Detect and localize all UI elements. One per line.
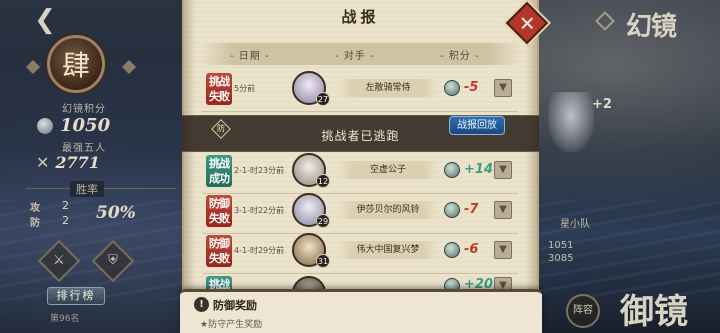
defense-team-icon[interactable]: ⛨: [91, 239, 135, 283]
mirror-coin-icon: [36, 116, 54, 135]
row-date: 4-1-时29分前: [234, 246, 285, 255]
report-row[interactable]: 挑战失败 5分前 27 左散骑常侍 -5 ▼: [202, 70, 518, 112]
defense-reward-subtitle: ★防守产生奖励: [200, 320, 263, 330]
header-opponent: - 对手 -: [335, 51, 375, 62]
mode-title: 幻镜: [626, 12, 677, 42]
winrate-value: 50%: [96, 203, 136, 223]
points-change: -6: [464, 242, 479, 257]
header-date: - 日期 -: [230, 51, 270, 62]
row-date: 3-1-时22分前: [234, 206, 285, 215]
power-value: 2771: [55, 153, 100, 172]
crossed-swords-icon: ✕: [36, 153, 50, 172]
opponent-name: 伟大中国复兴梦: [338, 241, 438, 259]
close-icon: ✕: [518, 10, 536, 35]
score-row: 1050: [36, 115, 110, 136]
report-title: 战报: [341, 8, 380, 26]
expand-button[interactable]: ▼: [494, 241, 512, 259]
points-icon: [444, 80, 460, 96]
chevron-down-icon: ▼: [499, 204, 507, 215]
expand-button[interactable]: ▼: [494, 161, 512, 179]
result-badge: 防御失败: [206, 195, 232, 227]
chevron-down-icon: ▼: [499, 82, 507, 93]
result-badge: 防御失败: [206, 235, 232, 267]
opponent-level: 12: [316, 174, 330, 188]
chevron-down-icon: ▼: [499, 244, 507, 255]
chevron-down-icon: ▼: [499, 164, 507, 175]
rank-position: 第96名: [50, 314, 80, 324]
back-arrow-icon: ❮: [34, 5, 56, 35]
opponent-avatar[interactable]: [292, 276, 326, 290]
defense-label: 防: [30, 218, 40, 229]
report-row[interactable]: 挑战 +20 ▼: [202, 272, 518, 290]
attack-count: 2: [62, 199, 69, 212]
report-row[interactable]: 防御失败 4-1-时29分前 31 伟大中国复兴梦 -6 ▼: [202, 232, 518, 274]
result-badge: 挑战: [206, 276, 232, 290]
attack-team-icon[interactable]: ⚔: [37, 239, 81, 283]
defense-count: 2: [62, 214, 69, 227]
report-row[interactable]: 挑战成功 2-1-时23分前 12 空虚公子 +14 ▼: [202, 152, 518, 194]
expand-button[interactable]: ▼: [494, 79, 512, 97]
winrate-label: 胜率: [70, 181, 104, 197]
power-row: ✕ 2771: [36, 153, 100, 172]
opponent-level: 27: [316, 92, 330, 106]
team-stat-2: 3085: [548, 253, 574, 264]
points-change: -5: [464, 80, 479, 95]
lineup-button[interactable]: 阵容: [566, 294, 600, 328]
decor-diamond-icon: [121, 59, 137, 75]
leaderboard-button[interactable]: 排行榜: [47, 287, 105, 305]
defense-mirror-button[interactable]: 御镜: [620, 284, 688, 333]
report-row[interactable]: 防御失败 3-1-时22分前 29 伊莎贝尔的风铃 -7 ▼: [202, 192, 518, 234]
result-badge: 挑战成功: [206, 155, 232, 187]
opponent-level: 29: [316, 214, 330, 228]
team-stat-1: 1051: [548, 240, 574, 251]
header-points: - 积分 -: [440, 51, 480, 62]
bonus-indicator: +2: [592, 97, 612, 112]
character-portrait: [548, 92, 594, 152]
rank-char: 肆: [61, 49, 90, 82]
points-icon: [444, 162, 460, 178]
power-label: 最强五人: [62, 143, 106, 154]
back-button[interactable]: ❮: [28, 5, 62, 35]
score-value: 1050: [60, 115, 111, 136]
points-icon: [444, 242, 460, 258]
points-icon: [444, 202, 460, 218]
opponent-name: 伊莎贝尔的风铃: [338, 201, 438, 219]
team-label: 星小队: [560, 219, 590, 230]
rank-emblem: 肆: [47, 35, 105, 93]
opponent-name: 左散骑常侍: [338, 79, 438, 97]
score-label: 幻镜积分: [62, 104, 106, 115]
points-change: +14: [464, 162, 493, 177]
opponent-level: 31: [316, 254, 330, 268]
replay-button[interactable]: 战报回放: [449, 116, 505, 135]
result-badge: 挑战失败: [206, 73, 232, 105]
decor-diamond-icon: [25, 59, 41, 75]
attack-label: 攻: [30, 203, 40, 214]
row-date: 2-1-时23分前: [234, 166, 285, 175]
opponent-name: 空虚公子: [338, 161, 438, 179]
points-change: -7: [464, 202, 479, 217]
alert-icon: !: [194, 297, 209, 312]
expand-button[interactable]: ▼: [494, 201, 512, 219]
row-date: 5分前: [234, 84, 256, 93]
player-stats-panel: ❮ 肆 幻镜积分 1050 最强五人 ✕ 2771 胜率 攻 2 防 2 50%…: [0, 0, 182, 333]
defense-reward-title: 防御奖励: [213, 299, 257, 312]
